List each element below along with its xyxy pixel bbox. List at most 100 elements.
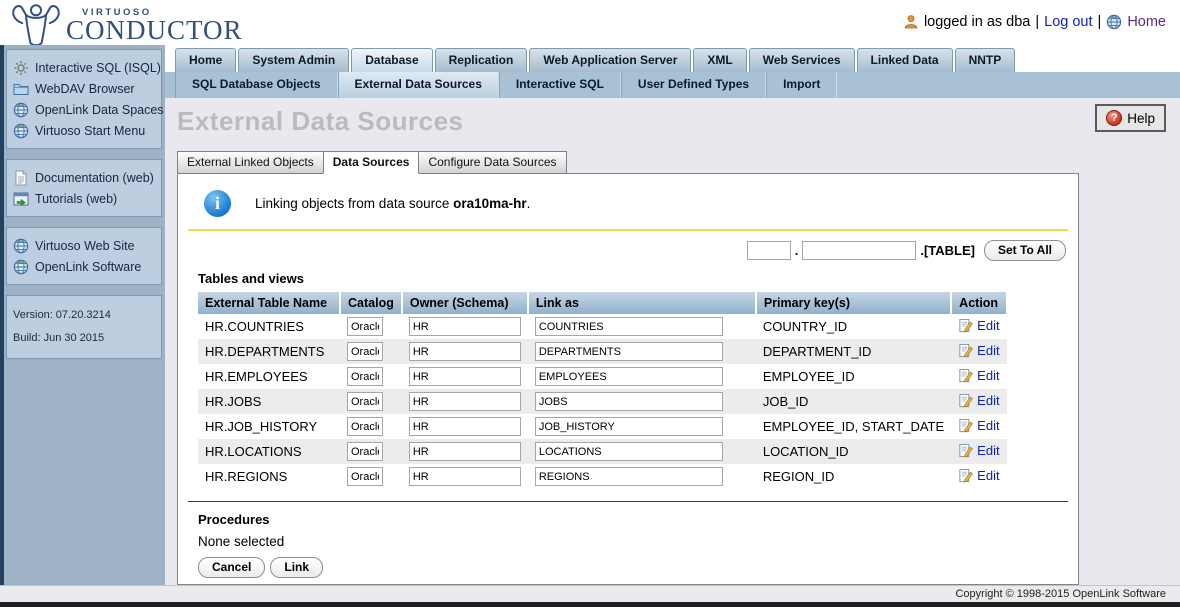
link-as-input[interactable] — [535, 417, 723, 436]
edit-link[interactable]: Edit — [958, 393, 999, 408]
tab-home[interactable]: Home — [175, 48, 236, 72]
edit-link-label: Edit — [977, 368, 999, 383]
catalog-input[interactable] — [347, 417, 383, 436]
edit-link[interactable]: Edit — [958, 318, 999, 333]
tab-linked-data[interactable]: Linked Data — [857, 48, 953, 72]
catalog-input[interactable] — [347, 342, 383, 361]
data-source-name: ora10ma-hr — [453, 196, 527, 211]
globe-icon — [13, 238, 29, 254]
catalog-input[interactable] — [347, 392, 383, 411]
subtab-sql-database-objects[interactable]: SQL Database Objects — [175, 72, 338, 98]
edit-link[interactable]: Edit — [958, 368, 999, 383]
catalog-input[interactable] — [347, 317, 383, 336]
globe-icon — [13, 102, 29, 118]
external-table-name: HR.JOB_HISTORY — [198, 414, 340, 439]
edit-link[interactable]: Edit — [958, 343, 999, 358]
sidebar-item-documentation-web[interactable]: Documentation (web) — [12, 167, 157, 188]
link-as-input[interactable] — [535, 367, 723, 386]
sidebar-panel-2: Documentation (web)Tutorials (web) — [6, 159, 162, 217]
edit-icon — [958, 418, 973, 433]
tab-database[interactable]: Database — [351, 48, 432, 72]
edit-link[interactable]: Edit — [958, 418, 999, 433]
edit-link[interactable]: Edit — [958, 443, 999, 458]
subtab-user-defined-types[interactable]: User Defined Types — [621, 72, 766, 98]
sidebar-item-openlink-software[interactable]: OpenLink Software — [12, 256, 157, 277]
catalog-input[interactable] — [347, 467, 383, 486]
tab-xml[interactable]: XML — [693, 48, 746, 72]
table-row-hr-employees: HR.EMPLOYEESEMPLOYEE_IDEdit — [198, 364, 1007, 389]
owner-input[interactable] — [409, 467, 521, 486]
tutorial-icon — [13, 191, 29, 207]
sidebar-item-virtuoso-start-menu[interactable]: Virtuoso Start Menu — [12, 120, 157, 141]
sidebar-item-tutorials-web[interactable]: Tutorials (web) — [12, 188, 157, 209]
help-button[interactable]: ? Help — [1095, 104, 1166, 132]
external-table-name: HR.JOBS — [198, 389, 340, 414]
logout-link[interactable]: Log out — [1044, 14, 1092, 30]
procedures-heading: Procedures — [198, 512, 1078, 527]
primary-keys: EMPLOYEE_ID, START_DATE — [756, 414, 951, 439]
catalog-input[interactable] — [347, 442, 383, 461]
edit-link-label: Edit — [977, 318, 999, 333]
primary-keys: REGION_ID — [756, 464, 951, 489]
sidebar-item-label: Interactive SQL (ISQL) — [35, 61, 161, 75]
primary-keys: JOB_ID — [756, 389, 951, 414]
link-as-input[interactable] — [535, 342, 723, 361]
table-row-hr-jobs: HR.JOBS JOB_ID Edit — [198, 389, 1007, 414]
globe-icon — [13, 123, 29, 139]
subtab-interactive-sql[interactable]: Interactive SQL — [499, 72, 621, 98]
sidebar-version-panel: Version: 07.20.3214Build: Jun 30 2015 — [6, 295, 162, 359]
window-bottom-edge — [0, 602, 1180, 607]
middle-region: Interactive SQL (ISQL)WebDAV BrowserOpen… — [0, 45, 1180, 585]
home-link[interactable]: Home — [1127, 14, 1166, 30]
sidebar-item-webdav-browser[interactable]: WebDAV Browser — [12, 78, 157, 99]
session-divider: | — [1098, 14, 1102, 30]
cancel-button[interactable]: Cancel — [198, 557, 265, 578]
column-header-owner-schema: Owner (Schema) — [402, 292, 528, 314]
sidebar-item-label: OpenLink Data Spaces — [35, 103, 164, 117]
sidebar-item-interactive-sql-isql[interactable]: Interactive SQL (ISQL) — [12, 57, 157, 78]
column-header-action: Action — [951, 292, 1007, 314]
owner-qualifier-input[interactable] — [802, 241, 916, 260]
tab-nntp[interactable]: NNTP — [955, 48, 1016, 72]
tab-system-admin[interactable]: System Admin — [238, 48, 349, 72]
sidebar-item-virtuoso-web-site[interactable]: Virtuoso Web Site — [12, 235, 157, 256]
tab-web-application-server[interactable]: Web Application Server — [529, 48, 691, 72]
link-as-input[interactable] — [535, 467, 723, 486]
innertab-configure-data-sources[interactable]: Configure Data Sources — [418, 151, 566, 174]
link-button[interactable]: Link — [270, 557, 323, 578]
sidebar-panel-1: Interactive SQL (ISQL)WebDAV BrowserOpen… — [6, 49, 162, 149]
catalog-input[interactable] — [347, 367, 383, 386]
edit-icon — [958, 368, 973, 383]
gear-icon — [13, 60, 29, 76]
link-as-input[interactable] — [535, 317, 723, 336]
logo-conductor-text: CONDUCTOR — [66, 18, 243, 44]
owner-input[interactable] — [409, 342, 521, 361]
innertab-data-sources[interactable]: Data Sources — [323, 151, 420, 174]
set-to-all-button[interactable]: Set To All — [984, 240, 1066, 261]
owner-input[interactable] — [409, 317, 521, 336]
edit-link[interactable]: Edit — [958, 468, 999, 483]
inner-tab-bar: External Linked ObjectsData SourcesConfi… — [177, 151, 1166, 174]
tab-replication[interactable]: Replication — [435, 48, 528, 72]
main-region: HomeSystem AdminDatabaseReplicationWeb A… — [165, 45, 1180, 585]
subtab-import[interactable]: Import — [766, 72, 837, 98]
sidebar-item-label: Virtuoso Start Menu — [35, 124, 145, 138]
help-icon: ? — [1106, 110, 1122, 126]
tab-web-services[interactable]: Web Services — [749, 48, 855, 72]
owner-input[interactable] — [409, 442, 521, 461]
innertab-external-linked-objects[interactable]: External Linked Objects — [177, 151, 324, 174]
subtab-external-data-sources[interactable]: External Data Sources — [338, 72, 499, 98]
primary-keys: DEPARTMENT_ID — [756, 339, 951, 364]
link-as-input[interactable] — [535, 392, 723, 411]
edit-icon — [958, 343, 973, 358]
owner-input[interactable] — [409, 367, 521, 386]
link-as-input[interactable] — [535, 442, 723, 461]
catalog-qualifier-input[interactable] — [747, 241, 791, 260]
session-divider: | — [1035, 14, 1039, 30]
column-header-catalog: Catalog — [340, 292, 402, 314]
external-table-name: HR.REGIONS — [198, 464, 340, 489]
owner-input[interactable] — [409, 392, 521, 411]
owner-input[interactable] — [409, 417, 521, 436]
tables-and-views-heading: Tables and views — [198, 271, 1078, 286]
sidebar-item-openlink-data-spaces[interactable]: OpenLink Data Spaces — [12, 99, 157, 120]
